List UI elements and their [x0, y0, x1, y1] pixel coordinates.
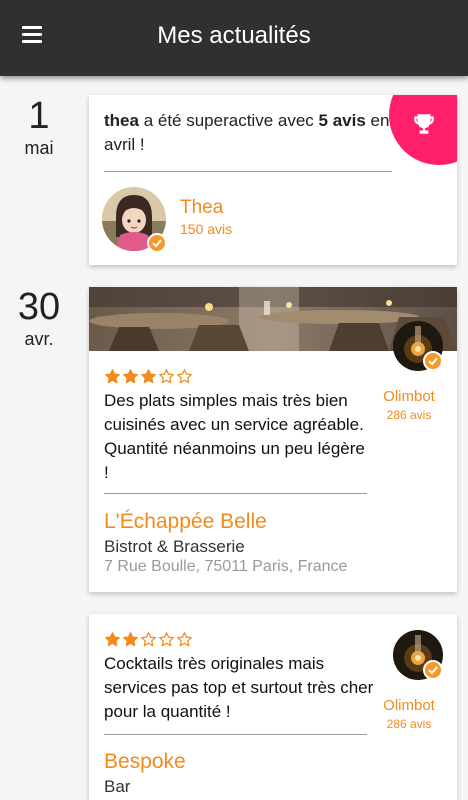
- trophy-icon: [414, 114, 434, 134]
- reviewer-name[interactable]: Olimbot: [373, 388, 445, 405]
- reviewer-review-count: 286 avis: [386, 717, 432, 731]
- star-filled-icon: [141, 369, 156, 384]
- star-empty-icon: [159, 369, 174, 384]
- activity-text: thea a été superactive avec 5 avis en av…: [104, 109, 394, 157]
- check-badge-icon: [147, 233, 167, 253]
- star-empty-icon: [177, 369, 192, 384]
- rating-stars: [104, 631, 193, 648]
- rating-stars: [104, 368, 193, 385]
- star-filled-icon: [105, 632, 120, 647]
- date-label: 30 avr.: [0, 287, 78, 350]
- review-card[interactable]: Des plats simples mais très bien cuisiné…: [89, 287, 457, 592]
- date-month: mai: [24, 138, 54, 158]
- reviewer-name[interactable]: Olimbot: [373, 697, 445, 714]
- activity-text-middle: a été superactive avec: [138, 111, 319, 130]
- divider: [104, 171, 392, 172]
- divider: [104, 493, 367, 494]
- app-bar: Mes actualités: [0, 0, 468, 76]
- star-filled-icon: [123, 369, 138, 384]
- date-label: 1 mai: [0, 96, 78, 159]
- review-text: Cocktails très originales mais services …: [104, 654, 374, 721]
- date-month: avr.: [24, 329, 54, 349]
- divider: [104, 734, 367, 735]
- activity-card[interactable]: thea a été superactive avec 5 avis en av…: [89, 95, 457, 265]
- star-empty-icon: [141, 632, 156, 647]
- check-badge-icon: [423, 351, 443, 371]
- user-review-count: 150 avis: [180, 221, 233, 237]
- date-day: 1: [28, 95, 50, 137]
- place-address: 7 Rue Boulle, 75011 Paris, France: [104, 558, 348, 575]
- place-type: Bar: [104, 777, 131, 796]
- review-card[interactable]: Cocktails très originales mais services …: [89, 614, 457, 800]
- reviewer-review-count: 286 avis: [386, 408, 432, 422]
- date-day: 30: [17, 286, 61, 328]
- check-badge-icon: [423, 660, 443, 680]
- page-title: Mes actualités: [157, 22, 311, 49]
- review-text: Des plats simples mais très bien cuisiné…: [104, 391, 365, 482]
- star-filled-icon: [105, 369, 120, 384]
- place-name[interactable]: L'Échappée Belle: [104, 510, 267, 534]
- user-name[interactable]: Thea: [180, 197, 223, 219]
- star-empty-icon: [177, 632, 192, 647]
- activity-count: 5 avis: [318, 111, 366, 130]
- place-name[interactable]: Bespoke: [104, 750, 186, 774]
- star-filled-icon: [123, 632, 138, 647]
- trophy-badge: [389, 95, 457, 165]
- place-type: Bistrot & Brasserie: [104, 537, 245, 556]
- activity-user[interactable]: thea: [104, 111, 139, 130]
- star-empty-icon: [159, 632, 174, 647]
